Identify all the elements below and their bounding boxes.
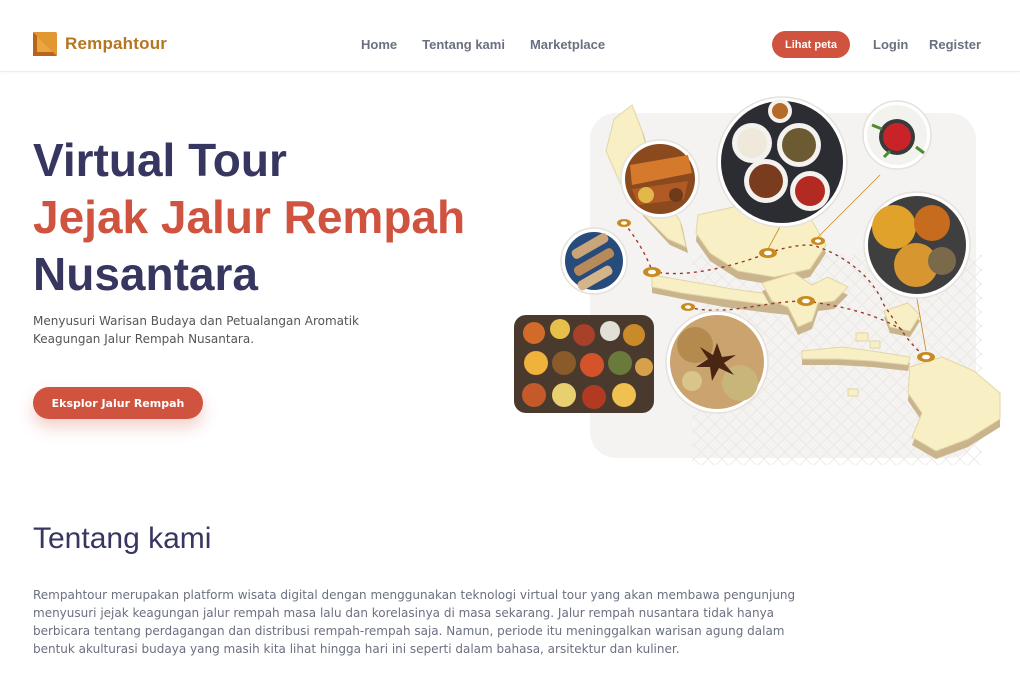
- location-pin[interactable]: [681, 303, 695, 311]
- eksplor-jalur-rempah-button[interactable]: Eksplor Jalur Rempah: [33, 387, 203, 419]
- brand-logo[interactable]: Rempahtour: [33, 32, 167, 56]
- hero-title: Virtual Tour Jejak Jalur Rempah Nusantar…: [33, 132, 465, 303]
- hero-subtitle: Menyusuri Warisan Budaya dan Petualangan…: [33, 314, 359, 346]
- login-link[interactable]: Login: [873, 37, 908, 52]
- lihat-peta-button[interactable]: Lihat peta: [772, 31, 850, 58]
- brand-name: Rempahtour: [65, 34, 168, 53]
- spice-photo-spice-bowls[interactable]: [716, 96, 848, 228]
- hero-title-line-2: Jejak Jalur Rempah: [33, 191, 466, 243]
- nav-home[interactable]: Home: [361, 37, 397, 52]
- location-pin[interactable]: [917, 352, 935, 362]
- nav-marketplace[interactable]: Marketplace: [530, 37, 605, 52]
- about-section-text: Rempahtour merupakan platform wisata dig…: [33, 588, 796, 656]
- spice-photo-market-spices[interactable]: [514, 315, 654, 413]
- location-pin[interactable]: [811, 237, 825, 245]
- spice-photo-chili-bowl[interactable]: [862, 100, 932, 170]
- hero-title-line-1: Virtual Tour: [33, 134, 287, 186]
- about-section-title: Tentang kami: [33, 522, 212, 555]
- spice-photo-mixed-spices[interactable]: [620, 139, 700, 219]
- island-papua: [907, 356, 1001, 459]
- location-pin[interactable]: [797, 296, 815, 306]
- spice-photo-cinnamon[interactable]: [560, 227, 628, 295]
- location-pin[interactable]: [759, 248, 777, 258]
- main-nav: Home Tentang kami Marketplace: [361, 37, 605, 52]
- spice-photo-turmeric[interactable]: [863, 191, 971, 299]
- rempahtour-logo-icon: [33, 32, 57, 56]
- hero-title-line-3: Nusantara: [33, 248, 258, 300]
- location-pin[interactable]: [617, 219, 631, 227]
- navbar: Rempahtour Home Tentang kami Marketplace…: [0, 0, 1020, 72]
- register-link[interactable]: Register: [929, 37, 981, 52]
- indonesia-spice-map-illustration: [514, 96, 1001, 465]
- location-pin[interactable]: [643, 267, 661, 277]
- nav-tentang-kami[interactable]: Tentang kami: [422, 37, 505, 52]
- spice-photo-star-anise[interactable]: [665, 310, 769, 414]
